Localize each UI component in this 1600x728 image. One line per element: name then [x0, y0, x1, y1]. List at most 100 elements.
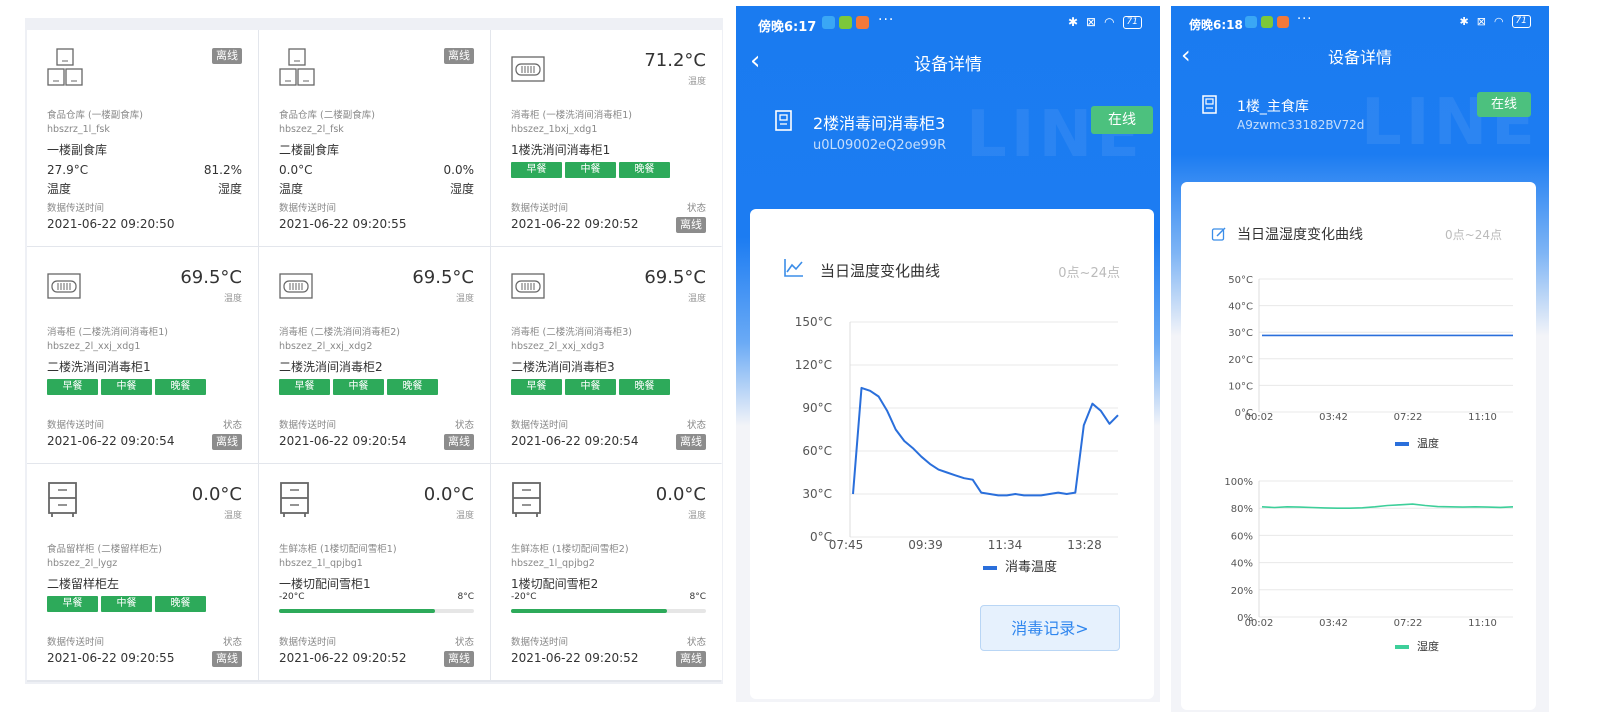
offline-badge: 离线: [444, 434, 474, 450]
temperature-label: 温度: [279, 182, 304, 196]
chart-time-range: 0点~24点: [1445, 228, 1502, 242]
device-type: 生鲜冻柜 (1楼切配间雪柜1): [279, 544, 397, 555]
transmit-time: 2021-06-22 09:20:54: [279, 434, 407, 448]
meal-tags: 早餐 中餐 晚餐: [511, 379, 670, 395]
freezer-icon: [512, 482, 541, 517]
temperature-label: 温度: [687, 511, 706, 521]
lunch-tag[interactable]: 中餐: [101, 379, 152, 395]
breakfast-tag[interactable]: 早餐: [47, 379, 98, 395]
device-name: 一楼切配间雪柜1: [279, 577, 371, 591]
meal-tags: 早餐 中餐 晚餐: [279, 379, 438, 395]
lunch-tag[interactable]: 中餐: [565, 162, 616, 178]
offline-badge: 离线: [444, 48, 474, 64]
device-code: hbszez_2l_xxj_xdg1: [47, 341, 141, 352]
legend-label: 消毒温度: [1005, 559, 1057, 575]
x-tick-label: 07:22: [1394, 412, 1423, 423]
device-card[interactable]: 0.0°C 温度 食品留样柜 (二楼留样柜左) hbszez_2l_lygz 二楼留样柜…: [27, 464, 258, 680]
offline-badge: 离线: [212, 48, 242, 64]
device-card[interactable]: 离线 食品仓库 (二楼副食库) hbszez_2l_fsk 二楼副食库 0.0°C 0.0…: [259, 30, 490, 246]
y-tick-label: 20°C: [1228, 355, 1253, 366]
y-tick-label: 40%: [1231, 559, 1253, 570]
device-name: 二楼留样柜左: [47, 577, 120, 591]
y-tick-label: 120°C: [795, 358, 832, 372]
sim-icon: ⊠: [1476, 15, 1486, 28]
meal-tags: 早餐 中餐 晚餐: [511, 162, 670, 178]
device-card[interactable]: 69.5°C 温度 消毒柜 (二楼洗消间消毒柜1) hbszez_2l_xxj_xdg…: [27, 247, 258, 463]
freezer-icon: [280, 482, 309, 517]
dinner-tag[interactable]: 晚餐: [619, 379, 670, 395]
transmit-time-label: 数据传送时间: [279, 637, 337, 648]
lunch-tag[interactable]: 中餐: [333, 379, 384, 395]
dinner-tag[interactable]: 晚餐: [155, 379, 206, 395]
device-card[interactable]: 71.2°C 温度 消毒柜 (一楼洗消间消毒柜1) hbszez_1bxj_xdg1 1…: [491, 30, 722, 246]
transmit-time-label: 数据传送时间: [511, 203, 569, 214]
status-label: 状态: [454, 637, 474, 648]
transmit-time: 2021-06-22 09:20:54: [511, 434, 639, 448]
notification-icons: [1245, 16, 1289, 28]
device-code: hbszez_2l_fsk: [279, 124, 344, 135]
device-card[interactable]: 0.0°C 温度 生鲜冻柜 (1楼切配间雪柜2) hbszez_1l_qpjbg2 1楼…: [491, 464, 722, 680]
nav-bar: ‹ 设备详情: [736, 46, 1160, 82]
transmit-time: 2021-06-22 09:20:50: [47, 217, 175, 231]
lunch-tag[interactable]: 中餐: [565, 379, 616, 395]
range-fill: [279, 609, 435, 613]
status-time: 傍晚6:17: [758, 20, 817, 35]
bluetooth-icon: ✱: [1459, 15, 1469, 28]
dinner-tag[interactable]: 晚餐: [619, 162, 670, 178]
x-tick-label: 07:22: [1394, 618, 1423, 629]
status-bar: 傍晚6:18 ··· ✱ ⊠ ◠ 71: [1171, 6, 1549, 40]
nav-bar: ‹ 设备详情: [1171, 40, 1549, 76]
device-card[interactable]: 0.0°C 温度 生鲜冻柜 (1楼切配间雪柜1) hbszez_1l_qpjbg1 一楼…: [259, 464, 490, 680]
status-time: 傍晚6:18: [1189, 18, 1243, 32]
battery-icon: 71: [1122, 15, 1142, 29]
page-title: 设备详情: [914, 55, 982, 75]
lunch-tag[interactable]: 中餐: [101, 596, 152, 612]
device-card[interactable]: 离线 食品仓库 (一楼副食库) hbszrz_1l_fsk 一楼副食库 27.9°C 81…: [27, 30, 258, 246]
app-notification-icon: [856, 16, 869, 29]
battery-icon: 71: [1511, 15, 1531, 28]
device-card[interactable]: 69.5°C 温度 消毒柜 (二楼洗消间消毒柜3) hbszez_2l_xxj_xdg…: [491, 247, 722, 463]
warehouse-icon: [47, 48, 83, 86]
series-line: [1261, 503, 1514, 510]
breakfast-tag[interactable]: 早餐: [511, 379, 562, 395]
online-status-badge: 在线: [1091, 106, 1153, 134]
device-card[interactable]: 69.5°C 温度 消毒柜 (二楼洗消间消毒柜2) hbszez_2l_xxj_xdg…: [259, 247, 490, 463]
temperature-chart-panel: 当日温度变化曲线 0点~24点 0°C 30°C 60°C 90°C 120°C 150°…: [750, 209, 1154, 699]
humidity-value: 81.2%: [203, 163, 242, 177]
dinner-tag[interactable]: 晚餐: [387, 379, 438, 395]
sim-icon: ⊠: [1086, 15, 1097, 29]
device-name: 2楼消毒间消毒柜3: [813, 114, 946, 133]
status-bar: 傍晚6:17 ··· ✱ ⊠ ◠ 71: [736, 6, 1160, 40]
y-tick-label: 30°C: [1228, 328, 1253, 339]
y-tick-label: 60%: [1231, 531, 1253, 542]
device-icon-wrap: [47, 265, 83, 305]
device-name: 二楼洗消间消毒柜3: [511, 360, 615, 374]
range-min: -20°C: [279, 592, 305, 602]
transmit-time-label: 数据传送时间: [279, 203, 337, 214]
device-icon-wrap: [511, 48, 547, 88]
dinner-tag[interactable]: 晚餐: [155, 596, 206, 612]
temperature-value: 27.9°C: [47, 163, 89, 177]
offline-badge: 离线: [676, 217, 706, 233]
device-name: 1楼切配间雪柜2: [511, 577, 599, 591]
temperature-value: 69.5°C: [180, 267, 242, 288]
device-type: 消毒柜 (二楼洗消间消毒柜2): [279, 327, 400, 338]
phone-screen-storage-detail: LINE 傍晚6:18 ··· ✱ ⊠ ◠ 71 ‹ 设备详情 1楼_主食库 A…: [1171, 6, 1549, 712]
device-icon-wrap: [279, 265, 315, 305]
device-code: hbszez_2l_lygz: [47, 558, 118, 569]
breakfast-tag[interactable]: 早餐: [279, 379, 330, 395]
transmit-time: 2021-06-22 09:20:52: [279, 651, 407, 665]
transmit-time-label: 数据传送时间: [47, 637, 105, 648]
x-tick-label: 11:34: [988, 538, 1023, 552]
transmit-time: 2021-06-22 09:20:54: [47, 434, 175, 448]
range-fill: [511, 609, 667, 613]
disinfection-record-button[interactable]: 消毒记录>: [980, 605, 1120, 651]
breakfast-tag[interactable]: 早餐: [511, 162, 562, 178]
sample-cabinet-icon: [48, 482, 77, 517]
more-notifications-icon: ···: [878, 12, 895, 28]
x-tick-label: 00:02: [1245, 618, 1274, 629]
y-tick-label: 30°C: [802, 487, 832, 501]
breakfast-tag[interactable]: 早餐: [47, 596, 98, 612]
humidity-label: 湿度: [217, 182, 242, 196]
device-name: 1楼洗消间消毒柜1: [511, 143, 611, 157]
